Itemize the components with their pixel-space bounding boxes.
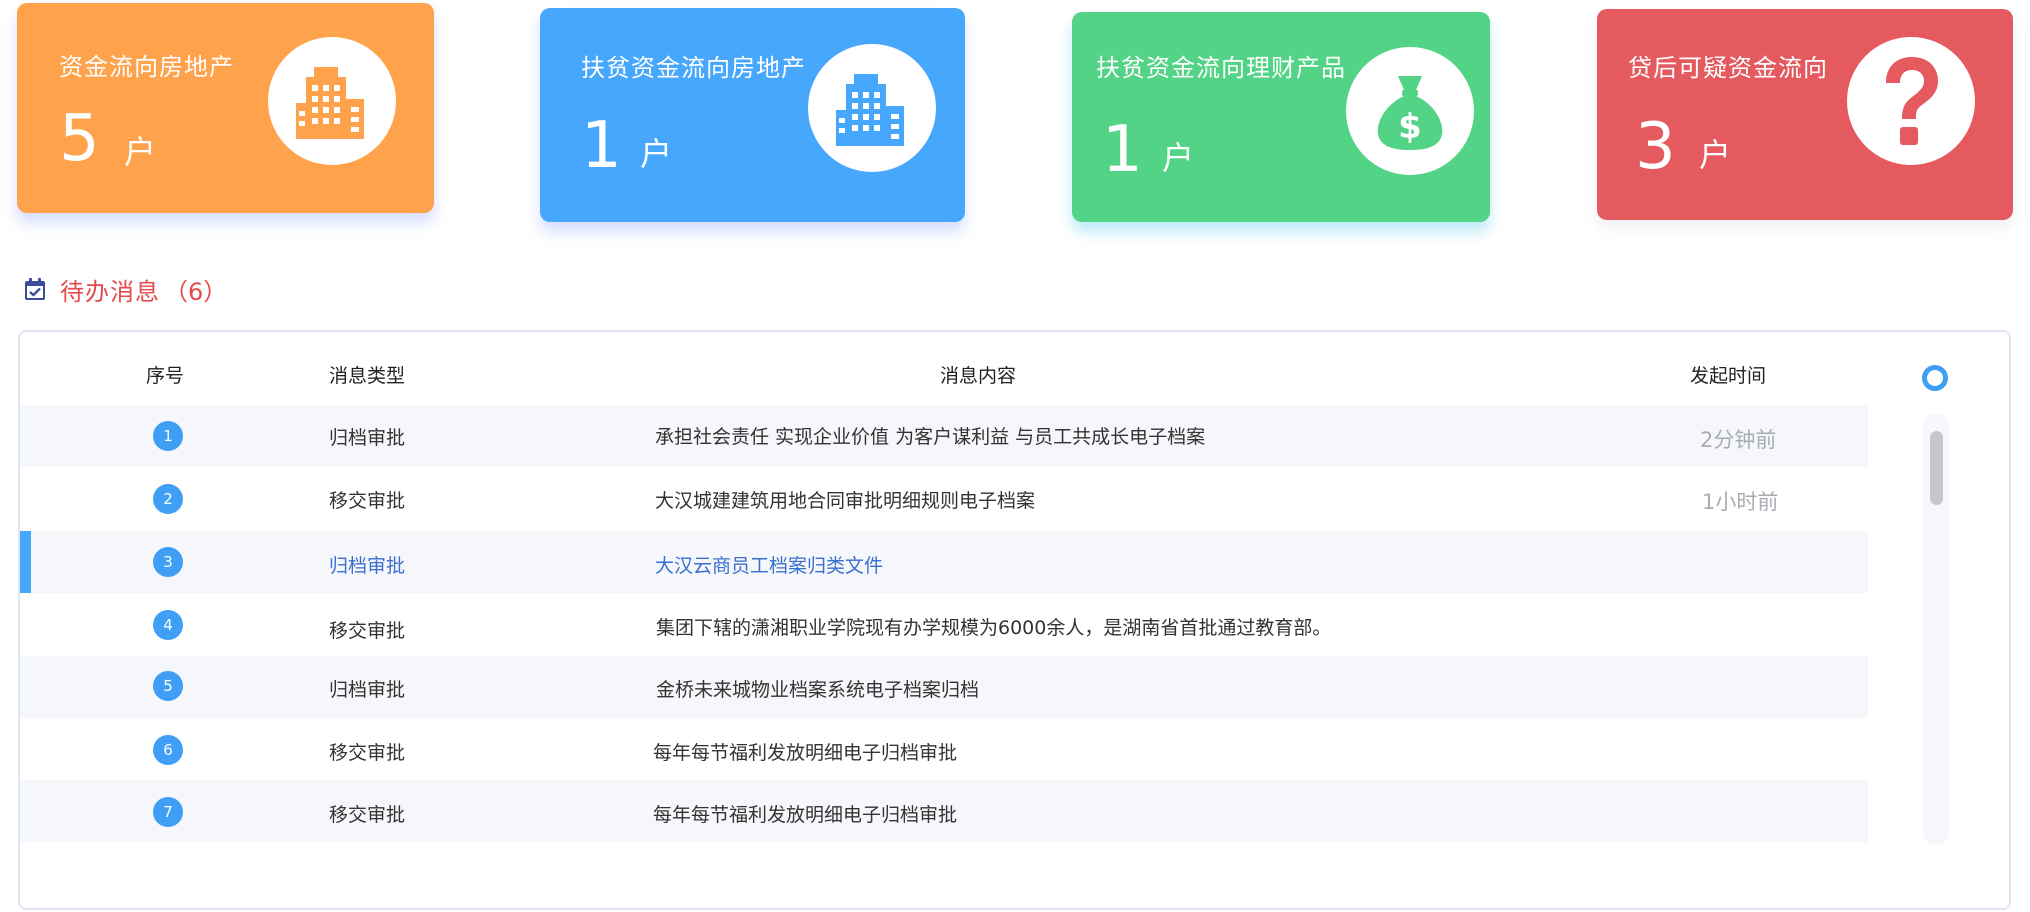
row-type: 移交审批	[329, 742, 406, 764]
stat-card-value: 5	[59, 102, 100, 176]
row-time: 1小时前	[1702, 490, 1779, 514]
stat-card-title: 扶贫资金流向房地产	[581, 54, 806, 82]
radio-toggle[interactable]	[1922, 365, 1948, 391]
stat-card-poverty-wealth-products[interactable]: 扶贫资金流向理财产品 1 户 $	[1072, 12, 1490, 222]
building-icon	[268, 37, 396, 165]
question-icon	[1847, 37, 1975, 165]
stat-card-unit: 户	[640, 135, 673, 173]
row-number-badge: 2	[153, 484, 183, 514]
row-type: 移交审批	[329, 804, 406, 826]
table-row[interactable]: 4 移交审批 集团下辖的潇湘职业学院现有办学规模为6000余人，是湖南省首批通过…	[20, 594, 1868, 656]
row-number-badge: 1	[153, 421, 183, 451]
row-number-badge: 3	[153, 547, 183, 577]
calendar-icon	[25, 278, 45, 300]
stat-card-title: 扶贫资金流向理财产品	[1096, 54, 1346, 82]
row-content[interactable]: 每年每节福利发放明细电子归档审批	[653, 800, 957, 827]
stat-card-poverty-real-estate[interactable]: 扶贫资金流向房地产 1 户	[540, 8, 965, 222]
row-type: 移交审批	[329, 620, 406, 642]
row-number-badge: 6	[153, 735, 183, 765]
stat-card-title: 贷后可疑资金流向	[1628, 54, 1828, 82]
row-content[interactable]: 承担社会责任 实现企业价值 为客户谋利益 与员工共成长电子档案	[655, 422, 1205, 449]
stat-card-suspicious-flow[interactable]: 贷后可疑资金流向 3 户	[1597, 9, 2013, 220]
todo-title: 待办消息	[60, 277, 160, 306]
stat-card-unit: 户	[1699, 136, 1732, 174]
row-content[interactable]: 集团下辖的潇湘职业学院现有办学规模为6000余人，是湖南省首批通过教育部。	[656, 613, 1331, 640]
row-content[interactable]: 金桥未来城物业档案系统电子档案归档	[656, 675, 979, 702]
stat-card-unit: 户	[124, 133, 157, 171]
selection-indicator	[20, 531, 31, 593]
row-type: 移交审批	[329, 490, 406, 512]
table-row[interactable]: 7 移交审批 每年每节福利发放明细电子归档审批	[20, 780, 1868, 842]
row-type: 归档审批	[329, 427, 406, 449]
column-header-type: 消息类型	[329, 365, 406, 387]
table-row[interactable]: 2 移交审批 大汉城建建筑用地合同审批明细规则电子档案 1小时前	[20, 467, 1868, 529]
row-content[interactable]: 大汉云商员工档案归类文件	[655, 551, 883, 578]
column-header-content: 消息内容	[940, 365, 1017, 387]
row-type: 归档审批	[329, 679, 406, 701]
stat-card-value: 1	[581, 109, 622, 183]
money-bag-icon: $	[1346, 47, 1474, 175]
stat-card-value: 1	[1102, 113, 1143, 187]
table-row[interactable]: 5 归档审批 金桥未来城物业档案系统电子档案归档	[20, 656, 1868, 718]
row-time: 2分钟前	[1700, 428, 1777, 452]
stat-card-real-estate[interactable]: 资金流向房地产 5 户	[17, 3, 434, 213]
building-icon	[808, 44, 936, 172]
column-header-time[interactable]: 发起时间	[1690, 361, 1766, 387]
column-header-number: 序号	[146, 365, 185, 387]
todo-count: （6）	[164, 277, 228, 306]
stat-card-title: 资金流向房地产	[59, 53, 234, 81]
row-content[interactable]: 大汉城建建筑用地合同审批明细规则电子档案	[655, 486, 1035, 513]
row-number-badge: 4	[153, 610, 183, 640]
stat-card-value: 3	[1635, 110, 1676, 184]
todo-heading: 待办消息 （6）	[24, 272, 227, 306]
table-row[interactable]: 1 归档审批 承担社会责任 实现企业价值 为客户谋利益 与员工共成长电子档案 2…	[20, 405, 1868, 467]
svg-text:$: $	[1398, 107, 1422, 147]
scrollbar-thumb[interactable]	[1930, 431, 1943, 505]
row-number-badge: 5	[153, 671, 183, 701]
row-type: 归档审批	[329, 555, 406, 577]
stat-card-unit: 户	[1162, 139, 1195, 177]
row-number-badge: 7	[153, 797, 183, 827]
row-content[interactable]: 每年每节福利发放明细电子归档审批	[653, 738, 957, 765]
table-row-selected[interactable]: 3 归档审批 大汉云商员工档案归类文件	[20, 531, 1868, 593]
table-row[interactable]: 6 移交审批 每年每节福利发放明细电子归档审批	[20, 718, 1868, 780]
